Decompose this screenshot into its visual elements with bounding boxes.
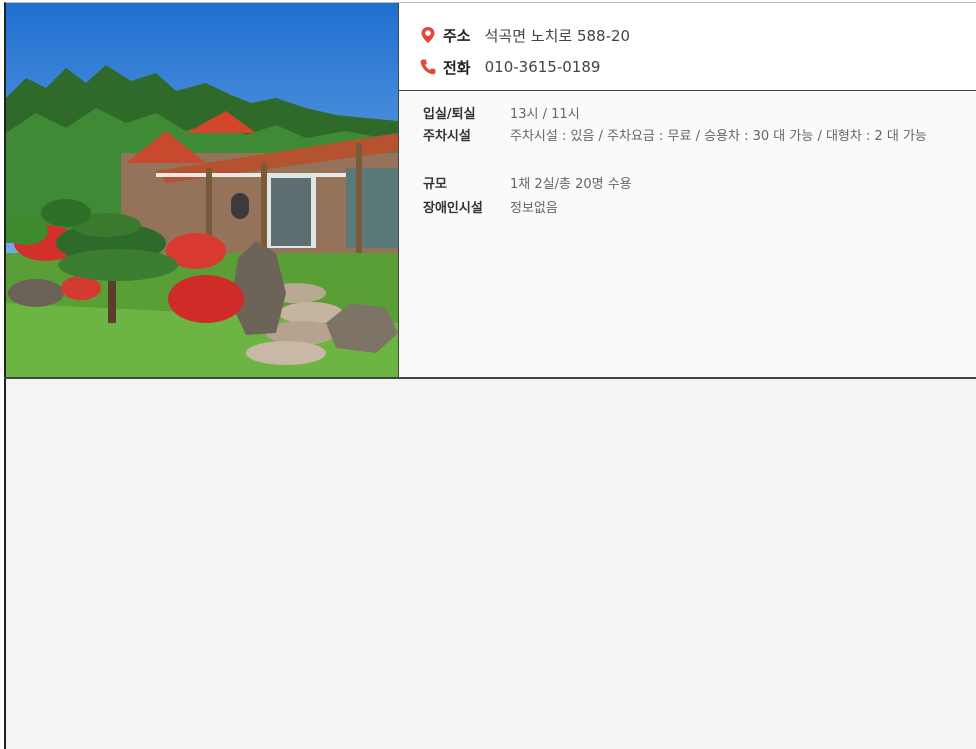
phone-row: 전화 010-3615-0189 — [419, 55, 600, 79]
address-row: 주소 석곡면 노치로 588-20 — [419, 23, 630, 47]
detail-value: 정보없음 — [510, 201, 558, 216]
accommodation-photo — [6, 3, 398, 377]
detail-label: 규모 — [423, 177, 447, 192]
detail-value: 주차시설 : 있음 / 주차요금 : 무료 / 승용차 : 30 대 가능 / … — [510, 129, 927, 144]
address-value: 석곡면 노치로 588-20 — [484, 26, 631, 45]
phone-value[interactable]: 010-3615-0189 — [485, 58, 601, 76]
contact-section: 주소 석곡면 노치로 588-20 전화 010-3615-0189 — [399, 3, 976, 90]
detail-label: 주차시설 — [423, 129, 471, 144]
content-area — [6, 379, 976, 749]
detail-value: 1채 2실/총 20명 수용 — [510, 177, 632, 192]
details-section: 입실/퇴실 13시 / 11시 주차시설 주차시설 : 있음 / 주차요금 : … — [399, 91, 976, 377]
detail-value: 13시 / 11시 — [510, 107, 580, 122]
detail-label: 입실/퇴실 — [423, 107, 476, 122]
phone-label: 전화 — [443, 58, 471, 77]
address-label: 주소 — [443, 26, 471, 45]
map-pin-icon — [419, 26, 437, 44]
phone-icon — [419, 58, 437, 76]
detail-label: 장애인시설 — [423, 201, 483, 216]
